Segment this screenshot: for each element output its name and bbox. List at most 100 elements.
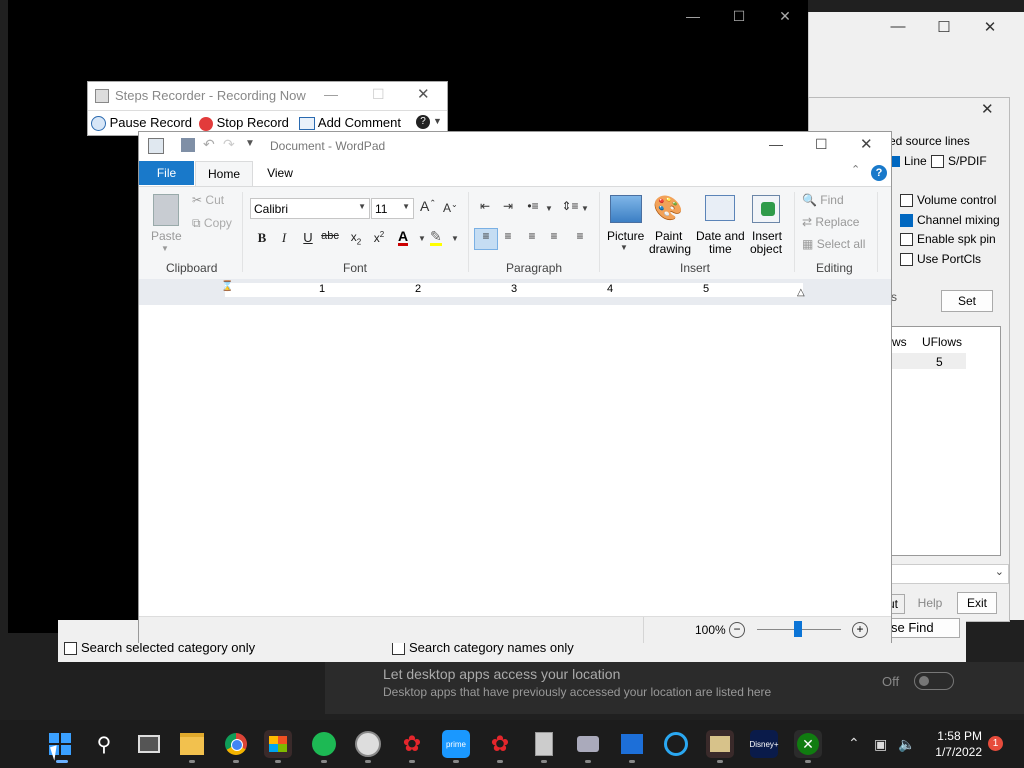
- picture-button[interactable]: Picture: [607, 229, 644, 243]
- minimize-icon[interactable]: —: [670, 8, 716, 26]
- justify-icon[interactable]: ≡: [544, 229, 564, 247]
- font-size-select[interactable]: 11 ▼: [371, 198, 414, 219]
- spdif-checkbox[interactable]: S/PDIF: [931, 154, 987, 169]
- paste-icon[interactable]: [153, 194, 179, 226]
- calculator-icon[interactable]: [530, 730, 558, 758]
- paint-drawing-label[interactable]: drawing: [649, 242, 691, 256]
- disney-plus-icon[interactable]: Disney+: [749, 730, 779, 758]
- pause-record-button[interactable]: Pause Record: [91, 115, 192, 132]
- subscript-icon[interactable]: x2: [346, 230, 366, 248]
- chevron-up-icon[interactable]: ⌃: [848, 735, 860, 752]
- camera-icon[interactable]: [574, 730, 602, 758]
- minimize-icon[interactable]: —: [324, 86, 338, 102]
- bold-icon[interactable]: B: [252, 230, 272, 248]
- adobe-acrobat-icon[interactable]: ✿: [398, 730, 426, 758]
- calendar-app-icon[interactable]: [618, 730, 646, 758]
- shrink-font-icon[interactable]: A⌄: [443, 200, 458, 215]
- set-button[interactable]: Set: [941, 290, 993, 312]
- adobe-reader-icon[interactable]: ✿: [486, 730, 514, 758]
- minimize-icon[interactable]: —: [875, 18, 921, 35]
- replace-button[interactable]: ⇄ Replace: [802, 215, 859, 229]
- indent-marker[interactable]: ⌛: [221, 281, 233, 292]
- prime-video-icon[interactable]: prime: [442, 730, 470, 758]
- close-icon[interactable]: ✕: [860, 135, 873, 153]
- tab-view[interactable]: View: [255, 161, 305, 185]
- line-spacing-icon[interactable]: ⇕≡: [560, 199, 580, 217]
- superscript-icon[interactable]: x2: [369, 230, 389, 248]
- store-icon[interactable]: [264, 730, 292, 758]
- clock-app-icon[interactable]: [354, 730, 382, 758]
- chevron-down-icon[interactable]: ▼: [433, 116, 442, 126]
- spotify-icon[interactable]: [310, 730, 338, 758]
- cortana-icon[interactable]: [662, 730, 690, 758]
- select-all-button[interactable]: ▦ Select all: [802, 237, 865, 251]
- windows-start-icon[interactable]: [46, 730, 74, 758]
- undo-icon[interactable]: ↶: [203, 136, 215, 153]
- chevron-down-icon[interactable]: ▼: [545, 204, 553, 213]
- help-button[interactable]: Help: [909, 594, 951, 612]
- use-portcls-checkbox[interactable]: Use PortCls: [900, 252, 981, 267]
- maximize-icon[interactable]: ☐: [716, 8, 762, 26]
- grow-font-icon[interactable]: A⌃: [420, 198, 436, 214]
- calendar-icon[interactable]: [705, 195, 735, 221]
- date-time-button[interactable]: Date and: [696, 229, 745, 243]
- paint-icon[interactable]: 🎨: [653, 194, 683, 223]
- exit-button[interactable]: Exit: [957, 592, 997, 614]
- chrome-icon[interactable]: [222, 730, 250, 758]
- bullets-icon[interactable]: •≡: [523, 199, 543, 217]
- close-icon[interactable]: ✕: [967, 18, 1013, 36]
- close-find-button[interactable]: se Find: [890, 618, 960, 638]
- chevron-down-icon[interactable]: ▼: [620, 243, 628, 252]
- minimize-icon[interactable]: —: [769, 136, 783, 152]
- align-center-icon[interactable]: ≡: [498, 229, 518, 247]
- right-indent-marker[interactable]: △: [797, 287, 805, 298]
- paint-drawing-button[interactable]: Paint: [655, 229, 682, 243]
- zoom-in-icon[interactable]: +: [852, 622, 868, 638]
- align-right-icon[interactable]: ≡: [522, 229, 542, 247]
- chevron-down-icon[interactable]: ▼: [245, 138, 255, 149]
- maximize-icon[interactable]: ☐: [921, 18, 967, 36]
- strikethrough-icon[interactable]: abc: [320, 230, 340, 248]
- clock-time[interactable]: 1:58 PM: [936, 729, 982, 743]
- chevron-down-icon[interactable]: ▼: [451, 234, 459, 243]
- file-explorer-icon[interactable]: [178, 730, 206, 758]
- paste-button[interactable]: Paste: [151, 229, 182, 243]
- align-left-icon[interactable]: ≡: [474, 228, 498, 250]
- cut-button[interactable]: ✂ Cut: [192, 193, 224, 207]
- help-icon[interactable]: ?: [871, 165, 887, 181]
- insert-object-icon[interactable]: [752, 195, 780, 223]
- date-time-label[interactable]: time: [709, 242, 732, 256]
- help-icon[interactable]: ?: [416, 115, 430, 129]
- enable-spk-pin-checkbox[interactable]: Enable spk pin: [900, 232, 996, 247]
- notification-badge[interactable]: 1: [988, 736, 1003, 751]
- decrease-indent-icon[interactable]: ⇤: [475, 199, 495, 217]
- font-family-select[interactable]: Calibri ▼: [250, 198, 370, 219]
- zoom-thumb[interactable]: [794, 621, 802, 637]
- tab-home[interactable]: Home: [195, 161, 253, 187]
- redo-icon[interactable]: ↷: [223, 136, 235, 153]
- ruler[interactable]: 1 2 3 4 5 ⌛ △: [139, 279, 891, 305]
- app-icon[interactable]: [706, 730, 734, 758]
- clock-date[interactable]: 1/7/2022: [926, 745, 982, 759]
- underline-icon[interactable]: U: [298, 230, 318, 248]
- volume-control-checkbox[interactable]: Volume control: [900, 193, 996, 208]
- zoom-out-icon[interactable]: −: [729, 622, 745, 638]
- network-icon[interactable]: ▣: [874, 736, 887, 753]
- maximize-icon[interactable]: ☐: [815, 136, 828, 153]
- document-area[interactable]: [139, 305, 891, 616]
- channel-mixing-checkbox[interactable]: Channel mixing: [900, 213, 1000, 228]
- stop-record-button[interactable]: Stop Record: [199, 115, 289, 131]
- add-comment-button[interactable]: Add Comment: [299, 115, 401, 131]
- highlight-icon[interactable]: ✎: [430, 229, 442, 246]
- insert-object-label[interactable]: object: [750, 242, 782, 256]
- xbox-icon[interactable]: ✕: [794, 730, 822, 758]
- tab-file[interactable]: File: [139, 161, 194, 185]
- italic-icon[interactable]: I: [274, 230, 294, 248]
- text-color-icon[interactable]: A: [398, 229, 409, 246]
- close-icon[interactable]: ✕: [417, 85, 430, 103]
- save-icon[interactable]: [181, 138, 195, 152]
- chevron-down-icon[interactable]: ▼: [581, 204, 589, 213]
- chevron-down-icon[interactable]: ▼: [418, 234, 426, 243]
- volume-icon[interactable]: 🔈: [898, 736, 915, 753]
- paragraph-icon[interactable]: ≡: [570, 229, 590, 247]
